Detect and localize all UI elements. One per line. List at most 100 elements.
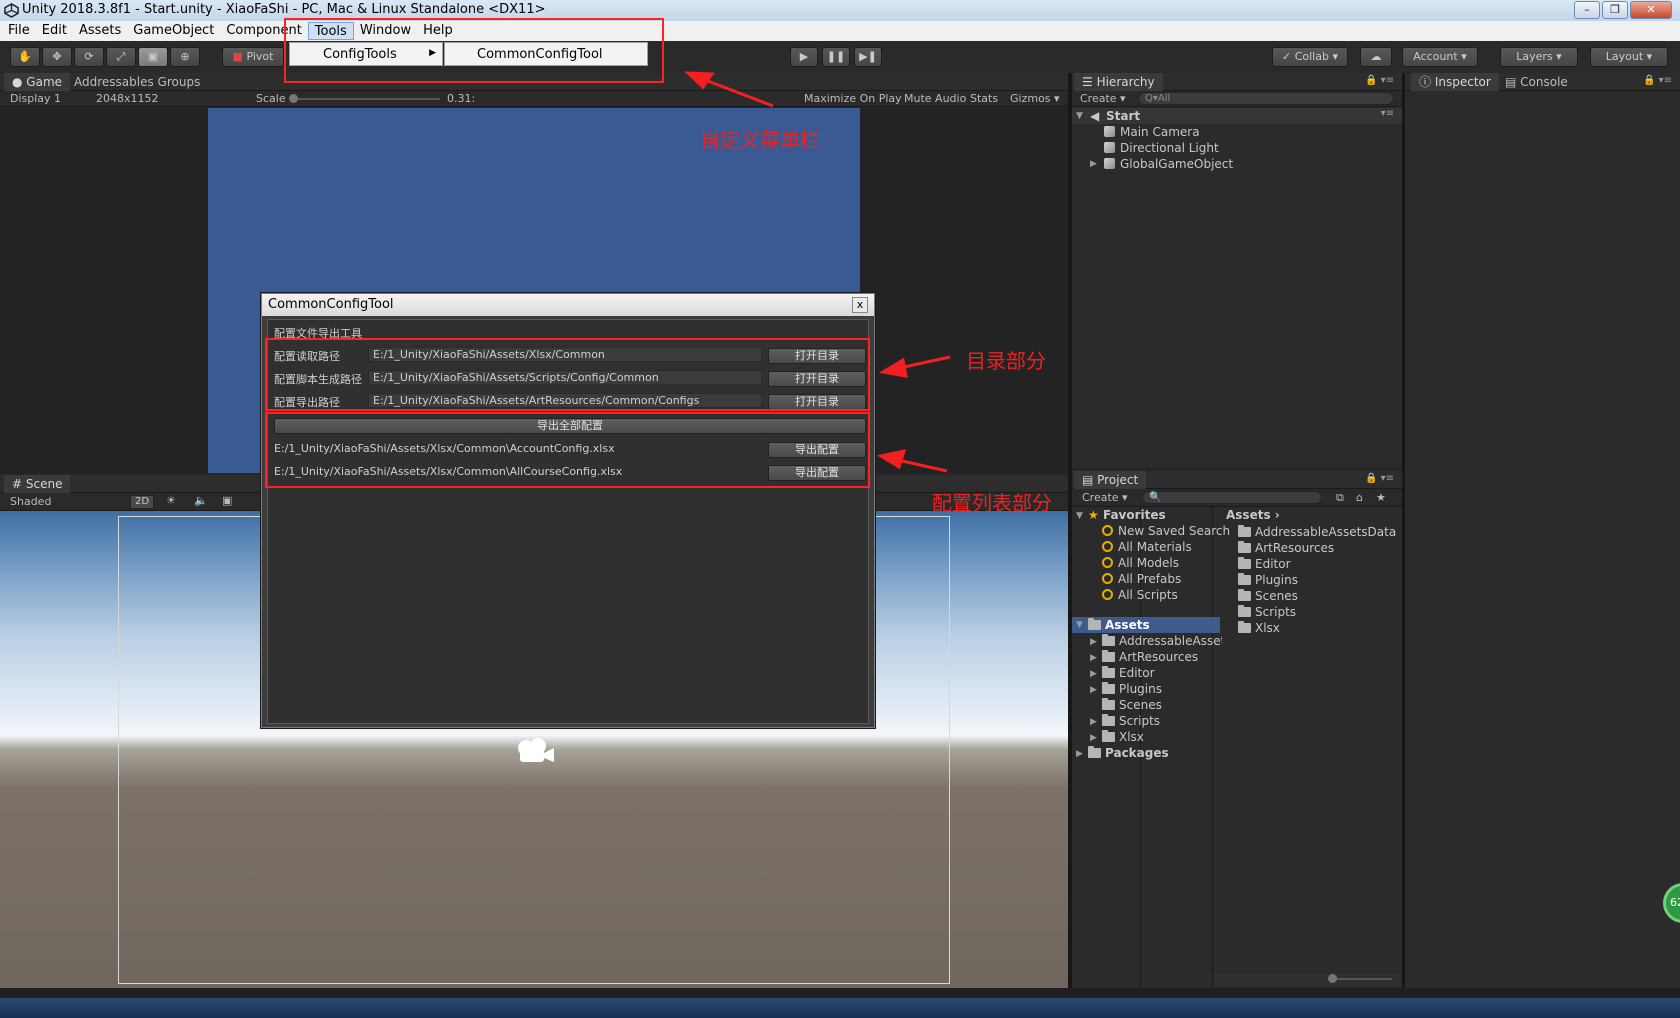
menu-edit[interactable]: Edit: [36, 22, 73, 40]
scene-header-row[interactable]: ▼ ◀ Start ▾≡: [1072, 108, 1402, 124]
expand-arrow-icon[interactable]: ▼: [1076, 620, 1083, 630]
favorites-header[interactable]: ★ Favorites: [1088, 508, 1166, 522]
account-dropdown[interactable]: Account ▾: [1402, 47, 1478, 67]
hierarchy-create-button[interactable]: Create ▾: [1080, 92, 1126, 105]
expand-arrow-icon[interactable]: ▶: [1090, 733, 1097, 743]
folder-icon: [1102, 650, 1115, 662]
pause-button[interactable]: ❚❚: [822, 47, 850, 67]
maximize-button[interactable]: ❐: [1602, 1, 1628, 19]
transform-tool-icon[interactable]: ⊕: [170, 47, 200, 67]
packages-tree-header[interactable]: Packages: [1088, 746, 1169, 760]
hierarchy-item-directional-light[interactable]: Directional Light: [1104, 141, 1219, 155]
cloud-icon[interactable]: ☁: [1360, 47, 1392, 67]
tab-console[interactable]: ▤ Console: [1497, 73, 1576, 91]
camera-gizmo-icon[interactable]: [512, 736, 556, 766]
mode-2d-toggle[interactable]: 2D: [130, 495, 154, 509]
tool-window-title-bar[interactable]: CommonConfigTool x: [262, 294, 874, 316]
tree-folder[interactable]: Plugins: [1102, 682, 1162, 696]
gizmos-dropdown[interactable]: Gizmos ▾: [1010, 92, 1060, 105]
favorite-item[interactable]: All Materials: [1102, 540, 1192, 554]
hierarchy-item-main-camera[interactable]: Main Camera: [1104, 125, 1200, 139]
menu-assets[interactable]: Assets: [73, 22, 127, 40]
hierarchy-item-globalgameobject[interactable]: GlobalGameObject: [1104, 157, 1233, 171]
asset-folder[interactable]: Scenes: [1238, 589, 1298, 603]
expand-arrow-icon[interactable]: ▶: [1090, 685, 1097, 695]
expand-arrow-icon[interactable]: ▶: [1090, 717, 1097, 727]
tab-addressables-groups[interactable]: Addressables Groups: [66, 73, 208, 91]
asset-folder[interactable]: AddressableAssetsData: [1238, 525, 1396, 539]
scale-slider-handle[interactable]: [289, 94, 298, 103]
filter-type-icon[interactable]: ⧉: [1336, 491, 1344, 505]
asset-folder[interactable]: ArtResources: [1238, 541, 1334, 555]
tree-folder[interactable]: Scenes: [1102, 698, 1162, 712]
tab-inspector[interactable]: ⓘ Inspector: [1411, 73, 1499, 91]
tree-folder[interactable]: Xlsx: [1102, 730, 1144, 744]
asset-folder[interactable]: Plugins: [1238, 573, 1298, 587]
rotate-tool-icon[interactable]: ⟳: [74, 47, 104, 67]
tree-folder[interactable]: AddressableAssetsData: [1102, 634, 1222, 648]
panel-menu-icon[interactable]: 🔒 ▾≡: [1365, 75, 1394, 86]
asset-folder[interactable]: Scripts: [1238, 605, 1296, 619]
project-search-input[interactable]: 🔍: [1142, 491, 1322, 504]
zoom-slider-handle[interactable]: [1328, 974, 1337, 983]
assets-breadcrumb[interactable]: Assets ›: [1226, 508, 1280, 522]
tree-folder[interactable]: ArtResources: [1102, 650, 1198, 664]
expand-arrow-icon[interactable]: ▶: [1090, 653, 1097, 663]
tab-game[interactable]: ● Game: [4, 73, 71, 91]
project-create-button[interactable]: Create ▾: [1082, 491, 1128, 504]
scale-slider[interactable]: [290, 98, 440, 100]
step-button[interactable]: ▶❚: [854, 47, 882, 67]
favorite-item[interactable]: All Prefabs: [1102, 572, 1181, 586]
display-dropdown[interactable]: Display 1: [10, 92, 61, 105]
assets-tree-header[interactable]: Assets: [1088, 618, 1150, 632]
scene-lighting-icon[interactable]: ☀: [166, 494, 176, 507]
layers-dropdown[interactable]: Layers ▾: [1500, 47, 1578, 67]
move-tool-icon[interactable]: ✥: [42, 47, 72, 67]
expand-arrow-icon[interactable]: ▶: [1076, 749, 1083, 759]
scene-effects-icon[interactable]: ▣: [222, 494, 232, 507]
asset-folder[interactable]: Xlsx: [1238, 621, 1280, 635]
project-splitter[interactable]: [1212, 507, 1213, 988]
asset-folder[interactable]: Editor: [1238, 557, 1291, 571]
minimize-button[interactable]: –: [1574, 1, 1600, 19]
collab-dropdown[interactable]: ✓ Collab ▾: [1272, 47, 1348, 67]
folder-icon: [1102, 714, 1115, 726]
tab-project[interactable]: ▤ Project: [1074, 471, 1147, 489]
rect-tool-icon[interactable]: ▣: [138, 47, 168, 67]
filter-label-icon[interactable]: ⌂: [1356, 491, 1363, 504]
hierarchy-panel: ☰ Hierarchy 🔒 ▾≡ Create ▾ Q▾All ▼ ◀ Star…: [1072, 73, 1402, 468]
menu-gameobject[interactable]: GameObject: [127, 22, 220, 40]
hierarchy-search-input[interactable]: Q▾All: [1138, 92, 1394, 105]
tree-folder[interactable]: Scripts: [1102, 714, 1160, 728]
favorite-item[interactable]: All Scripts: [1102, 588, 1178, 602]
favorite-item[interactable]: All Models: [1102, 556, 1179, 570]
favorite-star-icon[interactable]: ★: [1376, 491, 1386, 504]
zoom-slider[interactable]: [1332, 978, 1392, 980]
tab-scene[interactable]: # Scene: [4, 475, 71, 493]
resolution-dropdown[interactable]: 2048x1152: [96, 92, 159, 105]
panel-menu-icon[interactable]: 🔒 ▾≡: [1365, 473, 1394, 484]
layout-dropdown[interactable]: Layout ▾: [1590, 47, 1668, 67]
close-button[interactable]: ✕: [1630, 1, 1672, 19]
panel-menu-icon[interactable]: 🔒 ▾≡: [1643, 75, 1672, 86]
favorite-item[interactable]: New Saved Search: [1102, 524, 1230, 538]
stats-toggle[interactable]: Stats: [970, 92, 998, 105]
tree-folder[interactable]: Editor: [1102, 666, 1155, 680]
play-button[interactable]: ▶: [790, 47, 818, 67]
mute-audio-toggle[interactable]: Mute Audio: [904, 92, 966, 105]
expand-arrow-icon[interactable]: ▶: [1090, 159, 1097, 169]
expand-arrow-icon[interactable]: ▼: [1076, 511, 1083, 521]
shading-dropdown[interactable]: Shaded: [10, 495, 51, 508]
hand-tool-icon[interactable]: ✋: [10, 47, 40, 67]
tool-window-close-button[interactable]: x: [852, 297, 868, 313]
scene-menu-icon[interactable]: ▾≡: [1381, 108, 1394, 119]
expand-arrow-icon[interactable]: ▶: [1090, 637, 1097, 647]
scene-audio-icon[interactable]: 🔈: [194, 494, 208, 507]
maximize-on-play-toggle[interactable]: Maximize On Play: [804, 92, 902, 105]
scale-tool-icon[interactable]: ⤢: [106, 47, 136, 67]
tab-hierarchy[interactable]: ☰ Hierarchy: [1074, 73, 1163, 91]
menu-file[interactable]: File: [2, 22, 36, 40]
pivot-toggle[interactable]: ■ Pivot: [222, 47, 284, 67]
expand-arrow-icon[interactable]: ▶: [1090, 669, 1097, 679]
expand-arrow-icon[interactable]: ▼: [1076, 111, 1083, 121]
